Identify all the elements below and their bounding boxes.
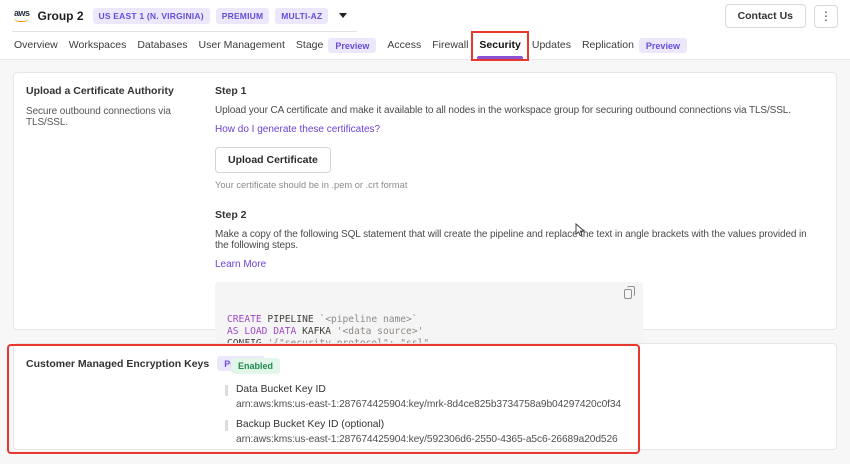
tab-workspaces[interactable]: Workspaces bbox=[69, 32, 127, 59]
aws-smile-icon bbox=[14, 17, 29, 22]
upload-certificate-button[interactable]: Upload Certificate bbox=[215, 147, 331, 173]
tab-security[interactable]: Security bbox=[479, 32, 520, 59]
tab-label: Workspaces bbox=[69, 40, 127, 51]
generate-certificates-link[interactable]: How do I generate these certificates? bbox=[215, 124, 380, 135]
encryption-card-body: Enabled Data Bucket Key ID arn:aws:kms:us… bbox=[219, 356, 822, 454]
tab-updates[interactable]: Updates bbox=[532, 32, 571, 59]
group-badges: US EAST 1 (N. VIRGINIA) PREMIUM MULTI-AZ bbox=[93, 8, 329, 24]
tab-label: User Management bbox=[199, 40, 285, 51]
tab-label: Replication bbox=[582, 40, 634, 51]
tab-label: Overview bbox=[14, 40, 58, 51]
certificate-section-subtitle: Secure outbound connections via TLS/SSL. bbox=[26, 106, 211, 128]
tab-access[interactable]: Access bbox=[387, 32, 421, 59]
tab-label: Access bbox=[387, 40, 421, 51]
aws-logo-icon: aws bbox=[14, 9, 30, 22]
content-area: Upload a Certificate Authority Secure ou… bbox=[0, 60, 850, 462]
step2-description: Make a copy of the following SQL stateme… bbox=[215, 229, 822, 251]
tab-preview-badge: Preview bbox=[328, 38, 376, 53]
encryption-keys-card: Customer Managed Encryption Keys Preview… bbox=[13, 343, 837, 450]
tab-label: Databases bbox=[137, 40, 187, 51]
certificate-format-note: Your certificate should be in .pem or .c… bbox=[215, 180, 822, 190]
key-item-bar bbox=[225, 385, 228, 396]
encryption-key-list: Data Bucket Key ID arn:aws:kms:us-east-1:… bbox=[219, 384, 822, 445]
tab-bar: Overview Workspaces Databases User Manageme… bbox=[0, 32, 850, 60]
copy-icon[interactable] bbox=[624, 289, 632, 299]
page: aws Group 2 US EAST 1 (N. VIRGINIA) PREMI… bbox=[0, 0, 850, 464]
aws-logo-text: aws bbox=[14, 9, 30, 17]
group-badge-premium: PREMIUM bbox=[216, 8, 270, 24]
tab-user-management[interactable]: User Management bbox=[199, 32, 285, 59]
tab-stage[interactable]: Stage Preview bbox=[296, 32, 376, 59]
learn-more-link[interactable]: Learn More bbox=[215, 259, 266, 270]
key-arn-value: arn:aws:kms:us-east-1:287674425904:key/m… bbox=[236, 399, 822, 410]
tab-databases[interactable]: Databases bbox=[137, 32, 187, 59]
encryption-section-title: Customer Managed Encryption Keys bbox=[26, 358, 209, 370]
key-item-bar bbox=[225, 420, 228, 431]
tab-label: Security bbox=[479, 40, 520, 51]
step1-description: Upload your CA certificate and make it a… bbox=[215, 105, 822, 116]
certificate-card-header: Upload a Certificate Authority Secure ou… bbox=[26, 85, 211, 128]
tab-preview-badge: Preview bbox=[639, 38, 687, 53]
encryption-key-item-data-bucket-key-id: Data Bucket Key ID arn:aws:kms:us-east-1:… bbox=[219, 384, 822, 410]
step2-title: Step 2 bbox=[215, 209, 822, 221]
certificate-authority-card: Upload a Certificate Authority Secure ou… bbox=[13, 72, 837, 330]
contact-us-button[interactable]: Contact Us bbox=[725, 4, 806, 28]
tab-label: Updates bbox=[532, 40, 571, 51]
tab-overview[interactable]: Overview bbox=[14, 32, 58, 59]
key-arn-value: arn:aws:kms:us-east-1:287674425904:key/5… bbox=[236, 434, 822, 445]
group-name: Group 2 bbox=[38, 9, 84, 23]
code-line: AS LOAD DATA KAFKA '<data source>' bbox=[227, 326, 631, 338]
group-badge-multi-az: MULTI-AZ bbox=[275, 8, 328, 24]
encryption-key-item-backup-bucket-key-id-optional: Backup Bucket Key ID (optional) arn:aws:k… bbox=[219, 419, 822, 445]
kebab-menu-button[interactable]: ⋮ bbox=[814, 5, 838, 28]
certificate-section-title: Upload a Certificate Authority bbox=[26, 85, 211, 97]
workspace-group-selector[interactable]: aws Group 2 US EAST 1 (N. VIRGINIA) PREMI… bbox=[12, 0, 357, 32]
enabled-status-badge: Enabled bbox=[231, 358, 280, 374]
top-bar: aws Group 2 US EAST 1 (N. VIRGINIA) PREMI… bbox=[0, 0, 850, 32]
tab-replication[interactable]: Replication Preview bbox=[582, 32, 687, 59]
key-label: Data Bucket Key ID bbox=[236, 384, 822, 395]
top-bar-actions: Contact Us ⋮ bbox=[725, 4, 838, 28]
group-badge-us-east-1-n-virginia: US EAST 1 (N. VIRGINIA) bbox=[93, 8, 210, 24]
code-line: CREATE PIPELINE `<pipeline name>` bbox=[227, 314, 631, 326]
tab-label: Firewall bbox=[432, 40, 468, 51]
step1-title: Step 1 bbox=[215, 85, 822, 97]
kebab-icon: ⋮ bbox=[820, 9, 832, 23]
key-label: Backup Bucket Key ID (optional) bbox=[236, 419, 822, 430]
chevron-down-icon[interactable] bbox=[339, 13, 347, 18]
active-tab-underline bbox=[477, 56, 522, 59]
tab-label: Stage bbox=[296, 40, 323, 51]
tab-firewall[interactable]: Firewall bbox=[432, 32, 468, 59]
